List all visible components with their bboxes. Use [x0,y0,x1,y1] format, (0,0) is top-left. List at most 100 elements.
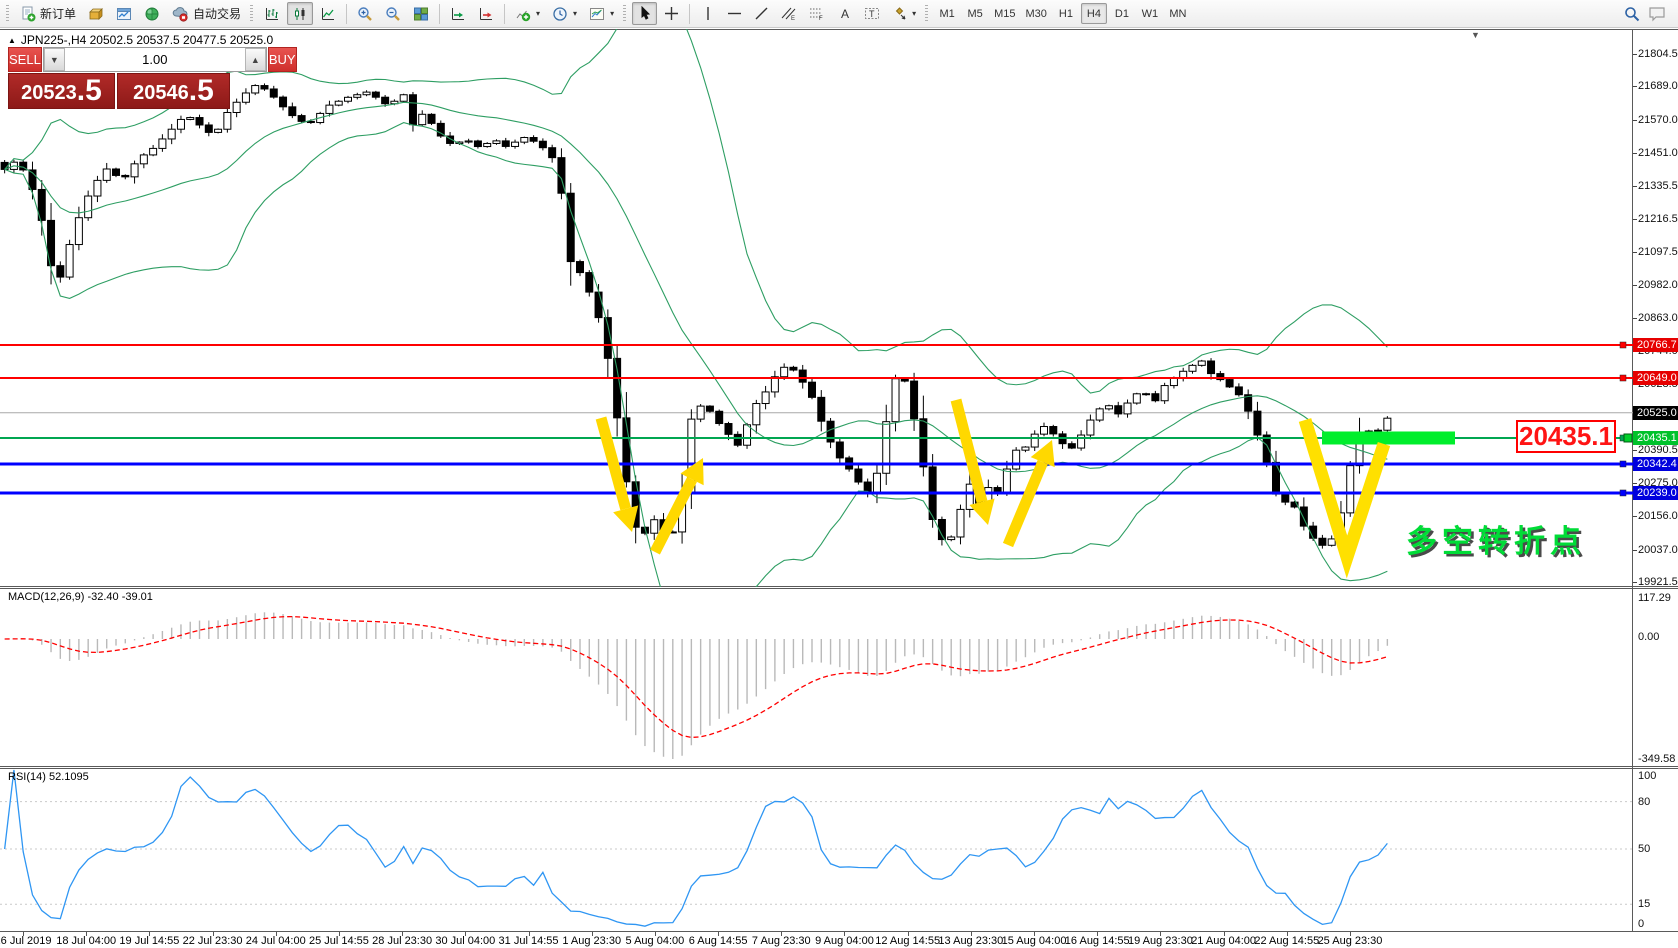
search-icon[interactable] [1624,6,1640,22]
new-order-button[interactable]: 新订单 [15,2,81,25]
time-label: 30 Jul 04:00 [435,935,495,947]
cursor-button[interactable] [632,2,657,25]
price-tick-label: 20156.0 [1638,510,1678,522]
price-level-label-box[interactable]: 20435.1 [1516,420,1616,453]
channel-icon: E [781,6,797,21]
dropdown-caret: ▾ [610,9,614,18]
candle-up [484,143,491,146]
candle-up [94,180,101,196]
macd-axis-label: 117.29 [1638,592,1671,604]
toolbar-grip [250,5,253,23]
candle-up [892,379,899,422]
candle-up [697,406,704,419]
candle-up [140,155,147,164]
buy-button[interactable]: BUY [268,47,297,72]
tile-windows-button[interactable] [408,2,434,25]
candle-up [66,245,73,278]
clock-icon [552,6,568,22]
arrows-button[interactable]: ▾ [887,2,921,25]
price-badge: 20435.1 [1633,431,1678,445]
sell-button[interactable]: SELL [8,47,42,72]
price-tick-mark [1633,252,1637,253]
candle-up [651,520,658,533]
price-tick-mark [1633,219,1637,220]
price-level-label: 20435.1 [1519,421,1613,452]
auto-scroll-button[interactable] [445,2,471,25]
volume-input[interactable] [65,48,245,71]
profiles-button[interactable] [83,2,109,25]
green-line-handle[interactable] [1624,434,1632,442]
candle-down [911,381,918,419]
turning-point-text[interactable]: 多空转折点 [1406,516,1586,561]
equidistant-channel-button[interactable]: E [776,2,802,25]
timeframe-d1[interactable]: D1 [1109,3,1135,24]
line-handle[interactable] [1620,461,1626,467]
price-tick-label: 21335.5 [1638,180,1678,192]
indicators-button[interactable]: ▾ [510,2,545,25]
bollinger-middle [5,102,1388,471]
zoom-in-button[interactable] [352,2,378,25]
text-button[interactable]: A [832,2,857,25]
chart-shift-marker[interactable]: ▼ [1471,30,1480,40]
time-label: 31 Jul 14:55 [499,935,559,947]
new-chart-button[interactable] [111,2,137,25]
vertical-line-button[interactable] [695,2,720,25]
line-handle[interactable] [1620,342,1626,348]
navigator-button[interactable] [139,2,165,25]
line-chart-button[interactable] [315,2,341,25]
candle-up [224,112,231,129]
zoom-in-icon [357,6,373,22]
main-chart-canvas[interactable] [0,29,1633,587]
bollinger-lower [5,123,1388,587]
price-tick-label: 21216.5 [1638,213,1678,225]
bar-chart-button[interactable] [259,2,285,25]
chat-icon[interactable] [1648,6,1666,22]
templates-button[interactable]: ▾ [584,2,619,25]
candle-down [1068,444,1075,448]
chart-shift-button[interactable] [473,2,499,25]
candle-up [187,118,194,120]
price-tick-label: 21804.5 [1638,48,1678,60]
candle-up [400,95,407,102]
cursor-icon [638,6,652,21]
candle-down [725,424,732,435]
timeframe-m30[interactable]: M30 [1022,3,1051,24]
time-label: 18 Jul 04:00 [56,935,116,947]
yellow-arrow-shaft[interactable] [1008,462,1043,545]
yellow-arrow-head[interactable] [613,505,638,532]
line-handle[interactable] [1620,490,1626,496]
green-level-bar[interactable] [1322,431,1455,444]
zoom-out-button[interactable] [380,2,406,25]
volume-decrease-button[interactable]: ▼ [44,48,65,71]
horizontal-line-icon [727,6,742,21]
trendline-button[interactable] [749,2,774,25]
volume-increase-button[interactable]: ▲ [245,48,266,71]
fibonacci-button[interactable]: F [804,2,830,25]
autotrading-button[interactable]: 自动交易 [167,2,246,25]
timeframe-h4[interactable]: H4 [1081,3,1107,24]
buy-price[interactable]: 20546 .5 [117,73,230,109]
timeframe-mn[interactable]: MN [1165,3,1191,24]
horizontal-line-button[interactable] [722,2,747,25]
candlestick-chart-button[interactable] [287,2,313,25]
collapse-panel-icon[interactable]: ▲ [8,36,16,45]
chart-header: ▲ JPN225-,H4 20502.5 20537.5 20477.5 205… [8,33,273,47]
sell-price[interactable]: 20523 .5 [8,73,115,109]
timeframe-bar: M1M5M15M30H1H4D1W1MN [934,3,1191,24]
line-handle[interactable] [1620,375,1626,381]
price-tick-mark [1633,318,1637,319]
timeframe-m1[interactable]: M1 [934,3,960,24]
candle-down [836,442,843,458]
crosshair-button[interactable] [659,2,684,25]
timeframe-m15[interactable]: M15 [990,3,1019,24]
timeframe-h1[interactable]: H1 [1053,3,1079,24]
timeframe-m5[interactable]: M5 [962,3,988,24]
text-label-button[interactable]: T [859,2,885,25]
timeframe-w1[interactable]: W1 [1137,3,1163,24]
candle-up [168,129,175,139]
candle-down [270,89,277,97]
svg-text:E: E [791,16,795,21]
periods-button[interactable]: ▾ [547,2,582,25]
candle-up [1189,365,1196,371]
yellow-arrow-shaft[interactable] [655,479,692,552]
